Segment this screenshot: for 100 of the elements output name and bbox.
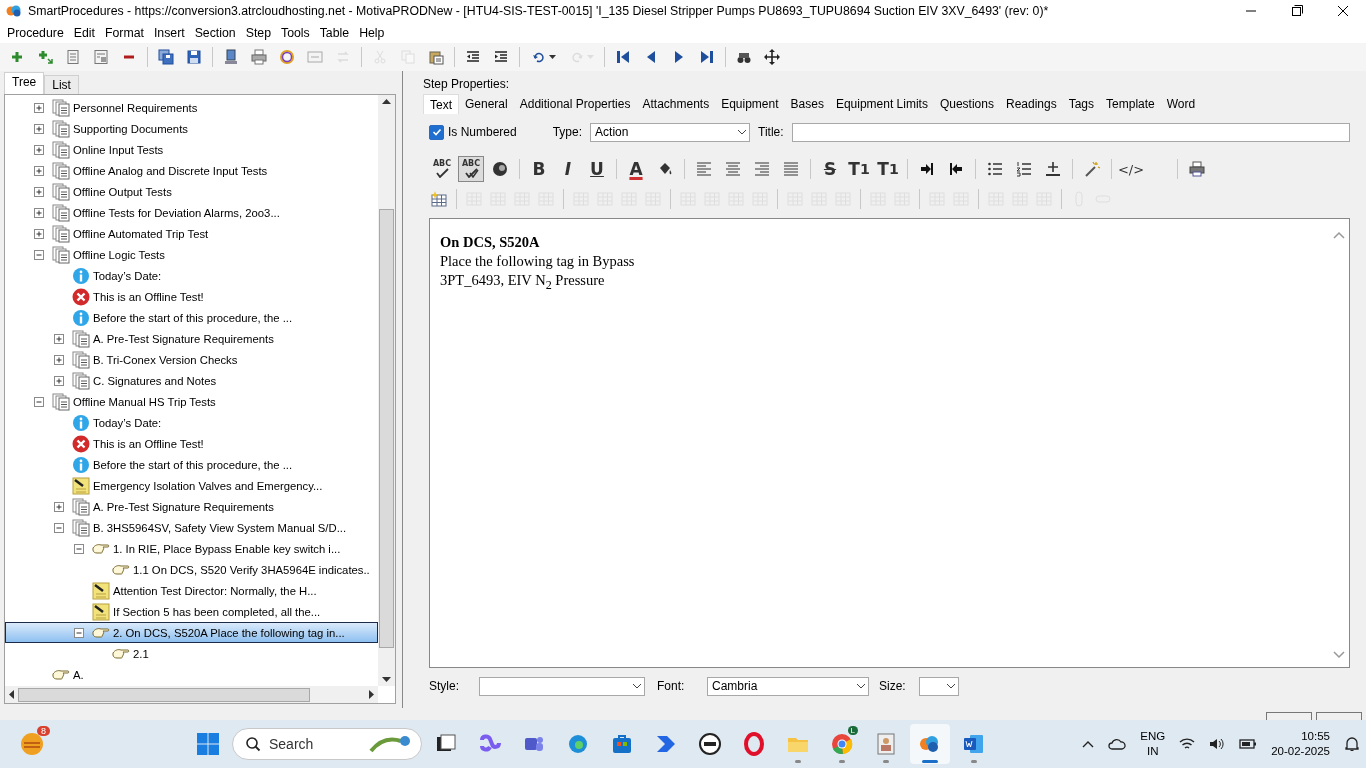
font-dropdown[interactable]: Cambria: [707, 676, 869, 696]
cloud-icon[interactable]: [1108, 737, 1127, 751]
source-code-button[interactable]: </>: [1118, 156, 1144, 182]
title-field[interactable]: [791, 122, 1350, 142]
tree-item[interactable]: A.: [5, 664, 378, 685]
taskbar-button[interactable]: L: [822, 724, 862, 764]
tree-item[interactable]: Before the start of this procedure, the ...: [5, 307, 378, 328]
tree-item[interactable]: This is an Offline Test!: [5, 286, 378, 307]
underline-button[interactable]: U: [584, 156, 610, 182]
type-dropdown[interactable]: Action: [590, 122, 751, 142]
menu-item[interactable]: Table: [314, 23, 355, 42]
bold-button[interactable]: B: [526, 156, 552, 182]
collapse-icon[interactable]: [52, 520, 66, 535]
tree-item[interactable]: This is an Offline Test!: [5, 433, 378, 454]
tree-item[interactable]: Offline Logic Tests: [5, 244, 378, 265]
style-dropdown[interactable]: [479, 676, 645, 696]
property-tab[interactable]: Questions: [933, 94, 1000, 114]
tree-item[interactable]: Today’s Date:: [5, 265, 378, 286]
property-tab[interactable]: Text: [423, 94, 459, 114]
expand-icon[interactable]: [52, 352, 66, 367]
tree-item[interactable]: Supporting Documents: [5, 118, 378, 139]
tree-item[interactable]: Offline Analog and Discrete Input Tests: [5, 160, 378, 181]
panel-tab[interactable]: List: [44, 75, 79, 94]
property-tab[interactable]: Readings: [999, 94, 1063, 114]
search-field[interactable]: Search: [232, 728, 422, 760]
tree-item[interactable]: If Section 5 has been completed, all the...: [5, 601, 378, 622]
checkbox[interactable]: [429, 124, 444, 140]
tree-item[interactable]: C. Signatures and Notes: [5, 370, 378, 391]
collapse-icon[interactable]: [72, 625, 86, 640]
property-tab[interactable]: Tags: [1062, 94, 1101, 114]
property-tab[interactable]: Template: [1100, 94, 1161, 114]
scroll-left-icon[interactable]: [8, 690, 16, 699]
menu-item[interactable]: Tools: [276, 23, 315, 42]
scroll-right-icon[interactable]: [367, 690, 375, 699]
size-dropdown[interactable]: [919, 676, 959, 696]
tree-item[interactable]: 1. In RIE, Place Bypass Enable key switch i...: [5, 538, 378, 559]
tree-item[interactable]: B. Tri-Conex Version Checks: [5, 349, 378, 370]
battery-icon[interactable]: [1239, 738, 1258, 750]
property-tab[interactable]: Additional Properties: [513, 94, 637, 114]
document-stack-icon: [52, 182, 70, 201]
property-tab[interactable]: Equipment Limits: [829, 94, 934, 114]
expand-icon[interactable]: [32, 226, 46, 241]
tree-item[interactable]: Before the start of this procedure, the ...: [5, 454, 378, 475]
expand-icon[interactable]: [32, 205, 46, 220]
bell-icon[interactable]: [1344, 736, 1360, 752]
collapse-icon[interactable]: [32, 247, 46, 262]
tree-item[interactable]: A. Pre-Test Signature Requirements: [5, 328, 378, 349]
tree-item[interactable]: 2. On DCS, S520A Place the following tag in...: [5, 622, 378, 643]
dell-icon: [698, 732, 722, 756]
tree-item[interactable]: Emergency Isolation Valves and Emergency...: [5, 475, 378, 496]
tree-item[interactable]: B. 3HS5964SV, Safety View System Manual S/D...: [5, 517, 378, 538]
property-tab[interactable]: Equipment: [715, 94, 785, 114]
font-color-button[interactable]: A: [623, 156, 649, 182]
expand-icon[interactable]: [32, 163, 46, 178]
italic-button[interactable]: I: [555, 156, 581, 182]
expand-icon[interactable]: [32, 100, 46, 115]
tree-item[interactable]: 2.1: [5, 643, 378, 664]
property-tab[interactable]: Attachments: [636, 94, 716, 114]
tree-item[interactable]: Today’s Date:: [5, 412, 378, 433]
language-indicator[interactable]: ENG IN: [1140, 729, 1166, 759]
tree-item[interactable]: Attention Test Director: Normally, the H...: [5, 580, 378, 601]
menu-item[interactable]: Procedure: [2, 23, 69, 42]
menu-item[interactable]: Insert: [148, 23, 190, 42]
expand-icon[interactable]: [52, 499, 66, 514]
clock[interactable]: 10:55 20-02-2025: [1271, 729, 1330, 759]
expand-icon[interactable]: [52, 331, 66, 346]
strikethrough-button[interactable]: S: [817, 156, 843, 182]
collapse-icon[interactable]: [32, 394, 46, 409]
expand-icon[interactable]: [52, 373, 66, 388]
chevron-up-icon[interactable]: [1082, 740, 1095, 748]
spell-check-button[interactable]: ABC: [429, 156, 455, 182]
tree-item[interactable]: Offline Tests for Deviation Alarms, 2oo3...: [5, 202, 378, 223]
tree-item[interactable]: 1.1 On DCS, S520 Verify 3HA5964E indicates..: [5, 559, 378, 580]
expand-icon[interactable]: [32, 121, 46, 136]
style-label: Style:: [429, 679, 460, 693]
tree-item[interactable]: A. Pre-Test Signature Requirements: [5, 496, 378, 517]
wifi-icon[interactable]: [1179, 737, 1196, 751]
property-tab[interactable]: General: [459, 94, 514, 114]
tree-item[interactable]: Online Input Tests: [5, 139, 378, 160]
volume-icon[interactable]: [1209, 737, 1226, 751]
collapse-icon[interactable]: [72, 541, 86, 556]
tree-item[interactable]: Offline Manual HS Trip Tests: [5, 391, 378, 412]
tree-item[interactable]: Offline Output Tests: [5, 181, 378, 202]
expand-icon[interactable]: [32, 142, 46, 157]
tree-item[interactable]: Personnel Requirements: [5, 97, 378, 118]
menu-item[interactable]: Help: [354, 23, 390, 42]
app-logo-icon: [6, 4, 22, 18]
expand-icon[interactable]: [32, 184, 46, 199]
vertical-scrollbar[interactable]: [378, 95, 395, 686]
menu-item[interactable]: Step: [240, 23, 276, 42]
menu-item[interactable]: Section: [189, 23, 241, 42]
panel-tab[interactable]: Tree: [4, 72, 45, 94]
menu-item[interactable]: Edit: [68, 23, 100, 42]
horizontal-scrollbar[interactable]: [5, 686, 378, 703]
checkmark-icon: [434, 168, 450, 178]
spell-check-button[interactable]: ABC: [458, 156, 484, 182]
menu-item[interactable]: Format: [99, 23, 149, 42]
tree-item[interactable]: Offline Automated Trip Test: [5, 223, 378, 244]
property-tab[interactable]: Bases: [784, 94, 830, 114]
property-tab[interactable]: Word: [1160, 94, 1202, 114]
